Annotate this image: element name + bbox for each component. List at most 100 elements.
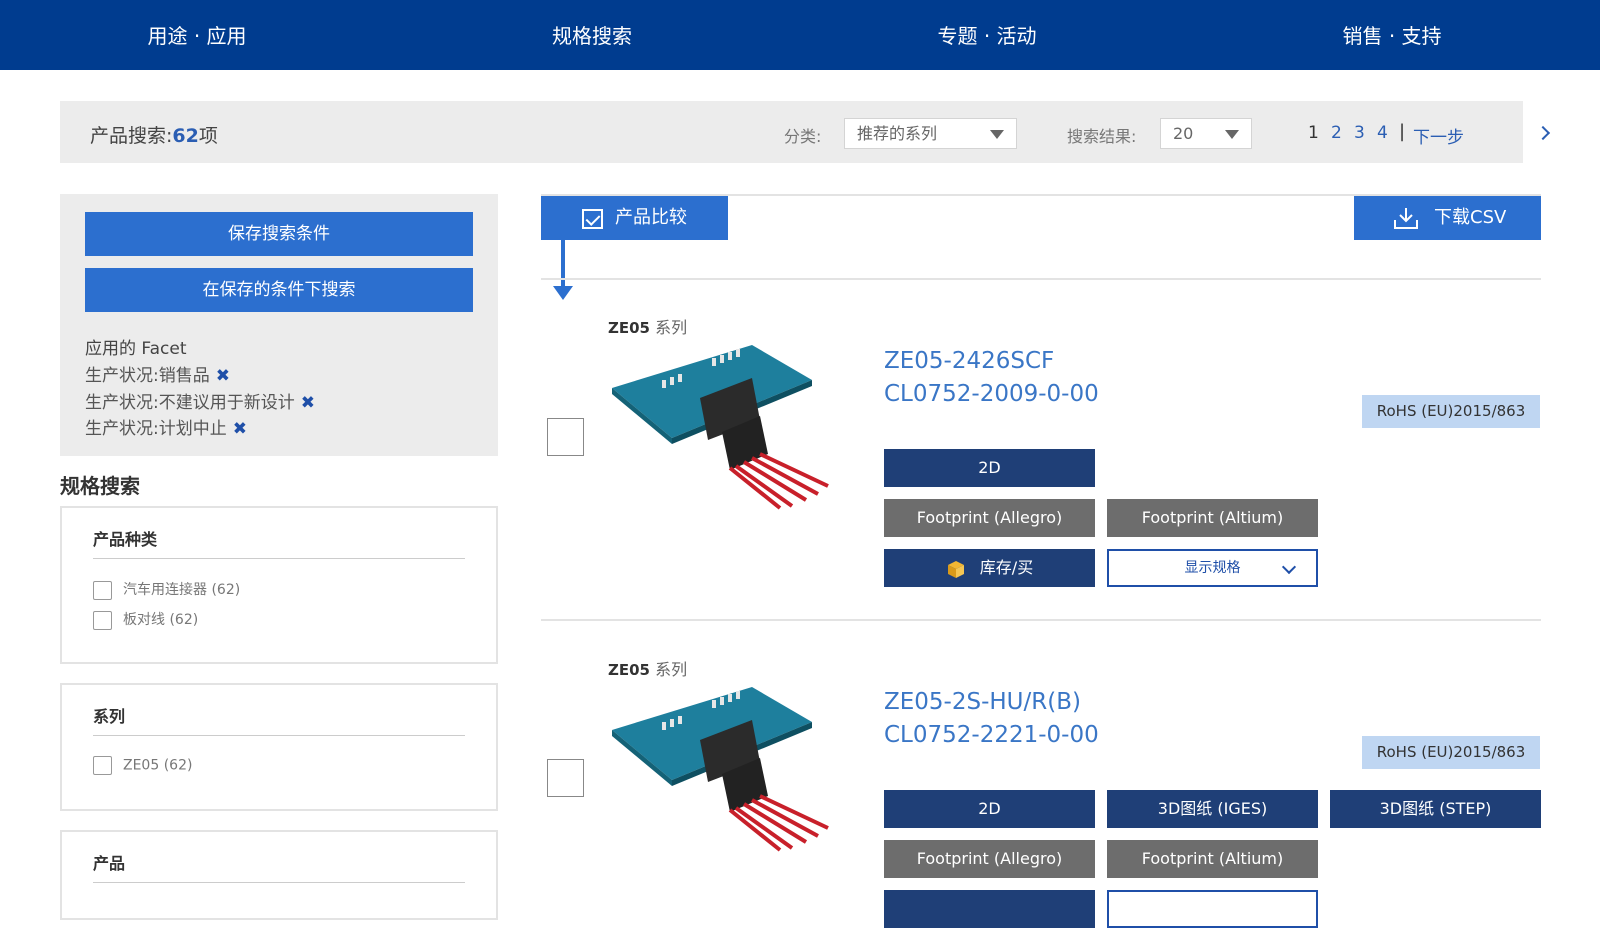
applied-facet: 生产状况:计划中止 ✖: [85, 414, 247, 439]
show-specs-button[interactable]: 显示规格: [1107, 549, 1318, 587]
show-specs-label: 显示规格: [1184, 560, 1241, 576]
rohs-badge: RoHS (EU)2015/863: [1362, 395, 1540, 428]
spec-search-heading: 规格搜索: [60, 474, 140, 498]
page-4[interactable]: 4: [1377, 123, 1388, 143]
stock-buy-button[interactable]: 库存/买: [884, 549, 1095, 587]
remove-facet-icon[interactable]: ✖: [216, 366, 230, 386]
filter-option-count: (62): [211, 582, 241, 598]
footprint-allegro-button[interactable]: Footprint (Allegro): [884, 840, 1095, 878]
series-word: 系列: [655, 660, 688, 679]
results-per-page-label: 搜索结果:: [1067, 127, 1137, 146]
divider: [93, 558, 465, 559]
filter-group-title: 系列: [93, 707, 126, 726]
download-2d-button[interactable]: 2D: [884, 790, 1095, 828]
applied-facet: 生产状况:不建议用于新设计 ✖: [85, 388, 315, 413]
pager-separator: |: [1399, 121, 1406, 142]
checkbox[interactable]: [93, 610, 112, 630]
filter-group-product-type: 产品种类 汽车用连接器 (62) 板对线 (62): [60, 506, 498, 664]
stock-buy-label: 库存/买: [979, 558, 1034, 577]
sort-label: 分类:: [784, 127, 822, 146]
chevron-down-icon: [1281, 559, 1297, 575]
remove-facet-icon[interactable]: ✖: [301, 393, 315, 413]
download-3d-step-button[interactable]: 3D图纸 (STEP): [1330, 790, 1541, 828]
chevron-right-icon[interactable]: [1535, 125, 1551, 141]
facet-label: 生产状况:计划中止: [85, 419, 227, 439]
cl-number: CL0752-2009-0-00: [884, 381, 1099, 407]
result-count-suffix: 项: [198, 125, 218, 147]
search-result-title: 产品搜索:62项: [90, 121, 218, 148]
product-image[interactable]: [612, 340, 844, 510]
filter-option-count: (62): [169, 612, 199, 628]
results-per-page-select[interactable]: 20: [1160, 118, 1252, 149]
download-3d-iges-button[interactable]: 3D图纸 (IGES): [1107, 790, 1318, 828]
filter-group-product: 产品: [60, 830, 498, 920]
checkbox-checked-icon: [582, 209, 603, 229]
next-page-link[interactable]: 下一步: [1413, 123, 1464, 148]
footprint-altium-button[interactable]: Footprint (Altium): [1107, 840, 1318, 878]
package-icon: [947, 560, 964, 578]
page-1: 1: [1308, 123, 1319, 143]
footprint-allegro-button[interactable]: Footprint (Allegro): [884, 499, 1095, 537]
download-icon: [1394, 208, 1418, 229]
dropdown-caret-icon: [990, 130, 1004, 139]
show-specs-button[interactable]: [1107, 890, 1318, 928]
filter-group-title: 产品种类: [93, 530, 158, 549]
series-code: ZE05: [608, 661, 650, 679]
dropdown-caret-icon: [1225, 130, 1239, 139]
nav-item-spec-search[interactable]: 规格搜索: [552, 0, 632, 70]
filter-option-ze05[interactable]: ZE05 (62): [93, 756, 192, 775]
filter-group-series: 系列 ZE05 (62): [60, 683, 498, 811]
filter-option-label: ZE05: [123, 757, 160, 774]
saved-search-panel: 保存搜索条件 在保存的条件下搜索 应用的 Facet 生产状况:销售品 ✖ 生产状…: [60, 194, 498, 456]
part-number-link[interactable]: ZE05-2S-HU/R(B): [884, 689, 1081, 715]
checkbox[interactable]: [93, 580, 112, 600]
save-search-button[interactable]: 保存搜索条件: [85, 212, 473, 256]
series-label: ZE05 系列: [608, 656, 687, 680]
applied-facet: 生产状况:销售品 ✖: [85, 361, 230, 386]
search-summary-bar: 产品搜索:62项 分类: 推荐的系列 搜索结果: 20 1 2 3 4 | 下一…: [60, 101, 1551, 163]
page-2[interactable]: 2: [1331, 123, 1342, 143]
checkbox[interactable]: [93, 756, 112, 775]
sort-select[interactable]: 推荐的系列: [844, 118, 1017, 149]
top-navigation: 用途 · 应用 规格搜索 专题 · 活动 销售 · 支持: [0, 0, 1600, 70]
filter-option-label: 板对线: [123, 612, 165, 628]
part-number-link[interactable]: ZE05-2426SCF: [884, 348, 1054, 374]
compare-products-button[interactable]: 产品比较: [541, 196, 728, 240]
nav-item-topics-events[interactable]: 专题 · 活动: [937, 0, 1036, 70]
filter-option-automotive-connector[interactable]: 汽车用连接器 (62): [93, 579, 240, 600]
filter-option-board-to-wire[interactable]: 板对线 (62): [93, 609, 198, 630]
divider: [93, 735, 465, 736]
product-image[interactable]: [612, 682, 844, 852]
row-divider: [541, 278, 1541, 280]
stock-buy-button[interactable]: [884, 890, 1095, 928]
facet-label: 生产状况:不建议用于新设计: [85, 393, 295, 413]
footprint-altium-button[interactable]: Footprint (Altium): [1107, 499, 1318, 537]
download-csv-button[interactable]: 下载CSV: [1354, 196, 1541, 240]
compare-checkbox[interactable]: [547, 418, 584, 456]
series-word: 系列: [655, 318, 688, 337]
nav-item-sales-support[interactable]: 销售 · 支持: [1342, 0, 1441, 70]
series-label: ZE05 系列: [608, 314, 687, 338]
download-2d-button[interactable]: 2D: [884, 449, 1095, 487]
nav-item-applications[interactable]: 用途 · 应用: [147, 0, 246, 70]
cl-number: CL0752-2221-0-00: [884, 722, 1099, 748]
results-per-page-value: 20: [1173, 124, 1194, 143]
row-divider: [541, 619, 1541, 621]
sort-select-value: 推荐的系列: [857, 124, 938, 143]
filter-option-label: 汽车用连接器: [123, 582, 207, 598]
arrow-down-icon: [553, 240, 573, 300]
filter-group-title: 产品: [93, 854, 126, 873]
remove-facet-icon[interactable]: ✖: [233, 419, 247, 439]
compare-checkbox[interactable]: [547, 759, 584, 797]
page-3[interactable]: 3: [1354, 123, 1365, 143]
search-saved-conditions-button[interactable]: 在保存的条件下搜索: [85, 268, 473, 312]
search-title-prefix: 产品搜索:: [90, 125, 173, 147]
divider: [93, 882, 465, 883]
applied-facets-title: 应用的 Facet: [85, 339, 187, 359]
csv-button-label: 下载CSV: [1434, 207, 1507, 228]
rohs-badge: RoHS (EU)2015/863: [1362, 736, 1540, 769]
series-code: ZE05: [608, 319, 650, 337]
compare-button-label: 产品比较: [615, 207, 687, 228]
filter-option-count: (62): [163, 757, 193, 774]
result-count: 62: [172, 125, 199, 147]
